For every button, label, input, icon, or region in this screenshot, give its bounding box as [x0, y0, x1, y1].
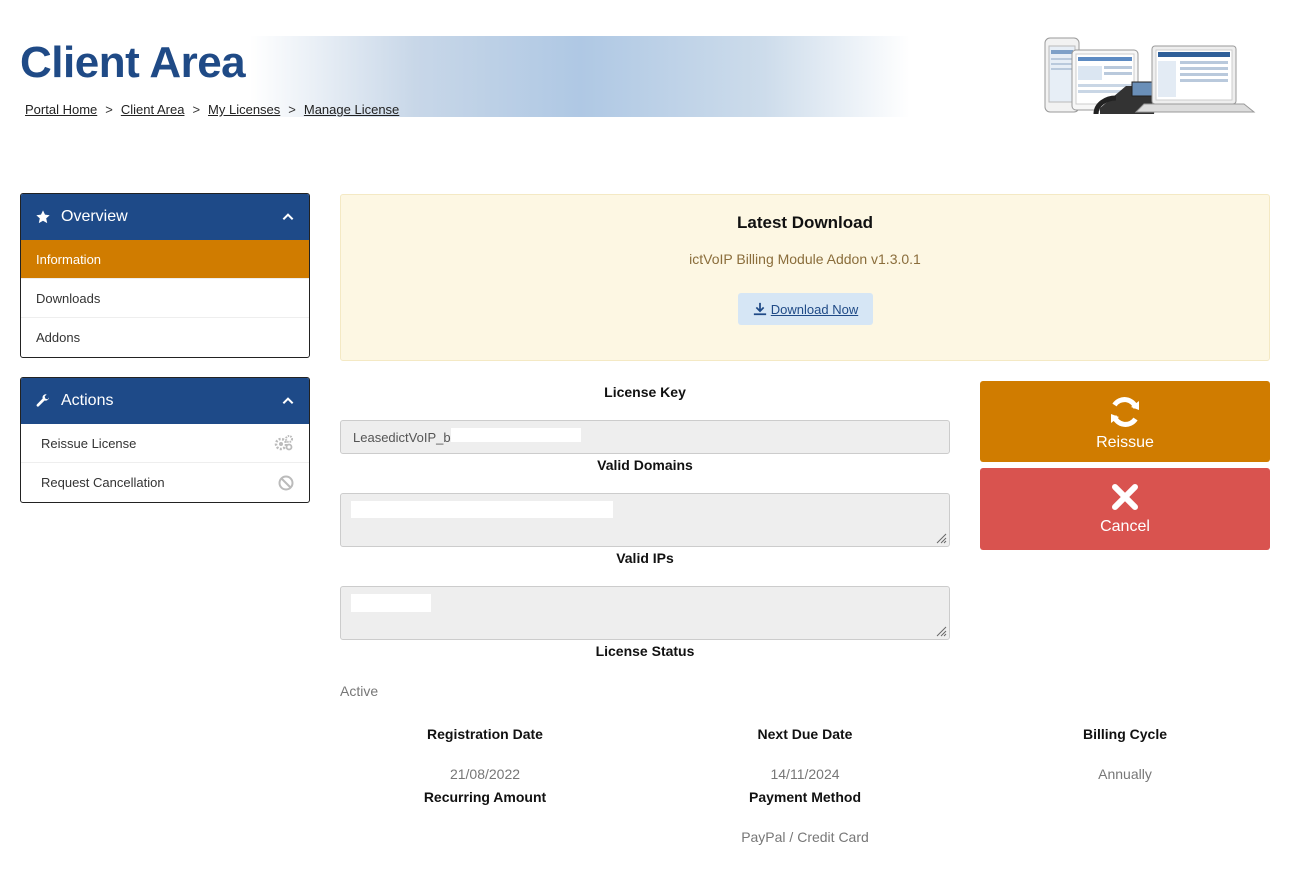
- close-icon: [1112, 484, 1138, 510]
- recurring-amount-label: Recurring Amount: [423, 789, 547, 805]
- breadcrumb-separator: >: [192, 102, 201, 117]
- gears-icon: [274, 435, 293, 451]
- breadcrumb: Portal Home > Client Area > My Licenses …: [25, 102, 399, 117]
- breadcrumb-portal-home[interactable]: Portal Home: [25, 102, 97, 117]
- actions-panel-title: Actions: [61, 392, 114, 409]
- billing-cycle-value: Annually: [1098, 766, 1152, 782]
- latest-download-panel: Latest Download ictVoIP Billing Module A…: [340, 194, 1270, 361]
- next-due-date-value: 14/11/2024: [770, 766, 840, 782]
- latest-download-title: Latest Download: [736, 213, 873, 232]
- chevron-up-icon[interactable]: [281, 210, 295, 224]
- next-due-date-label: Next Due Date: [757, 726, 853, 742]
- chevron-up-icon[interactable]: [281, 394, 295, 408]
- breadcrumb-separator: >: [288, 102, 296, 117]
- actions-panel: Actions Reissue License Request Cancella…: [20, 377, 310, 503]
- overview-panel-title: Overview: [61, 208, 128, 225]
- billing-cycle-label: Billing Cycle: [1082, 726, 1168, 742]
- license-key-value: LeasedictVoIP_b: [353, 430, 451, 445]
- resize-handle-icon[interactable]: [935, 625, 947, 637]
- sidebar-item-label: Addons: [36, 330, 81, 345]
- license-key-label: License Key: [604, 384, 686, 400]
- actions-panel-header[interactable]: Actions: [21, 378, 309, 424]
- redacted-block: [351, 501, 613, 518]
- latest-download-product: ictVoIP Billing Module Addon v1.3.0.1: [689, 251, 921, 267]
- ban-icon: [278, 475, 294, 490]
- sidebar-item-downloads[interactable]: Downloads: [21, 279, 309, 318]
- reissue-button-label: Reissue: [1096, 433, 1154, 451]
- license-key-field[interactable]: LeasedictVoIP_b: [340, 420, 950, 454]
- sidebar-item-label: Information: [36, 251, 102, 267]
- valid-domains-field[interactable]: [340, 493, 950, 547]
- overview-panel: Overview Information Downloads Addons: [20, 193, 310, 358]
- overview-panel-header[interactable]: Overview: [21, 194, 309, 240]
- payment-method-value: PayPal / Credit Card: [741, 829, 869, 845]
- payment-method-label: Payment Method: [748, 789, 861, 805]
- sidebar-item-label: Request Cancellation: [41, 475, 165, 490]
- refresh-icon: [1111, 396, 1139, 427]
- breadcrumb-separator: >: [105, 102, 113, 117]
- page-header: Client Area Portal Home > Client Area > …: [0, 0, 1304, 140]
- download-icon: [753, 302, 766, 316]
- sidebar-item-label: Downloads: [36, 290, 101, 306]
- license-status-label: License Status: [595, 643, 695, 659]
- valid-ips-field[interactable]: [340, 586, 950, 640]
- wrench-icon: [36, 394, 49, 407]
- sidebar-item-information[interactable]: Information: [21, 240, 309, 279]
- valid-domains-label: Valid Domains: [597, 457, 693, 473]
- download-now-button[interactable]: Download Now: [738, 293, 873, 325]
- star-icon: [36, 210, 50, 224]
- page-title: Client Area: [20, 38, 246, 87]
- valid-ips-label: Valid IPs: [616, 550, 674, 566]
- breadcrumb-client-area[interactable]: Client Area: [121, 102, 185, 117]
- download-now-label: Download Now: [770, 301, 859, 317]
- breadcrumb-manage-license[interactable]: Manage License: [304, 102, 399, 117]
- devices-illustration: [1044, 37, 1256, 115]
- sidebar-item-request-cancellation[interactable]: Request Cancellation: [21, 463, 309, 502]
- resize-handle-icon[interactable]: [935, 532, 947, 544]
- reissue-button[interactable]: Reissue: [980, 381, 1270, 462]
- registration-date-label: Registration Date: [427, 726, 543, 742]
- registration-date-value: 21/08/2022: [449, 766, 521, 782]
- sidebar-item-label: Reissue License: [41, 435, 137, 451]
- cancel-button-label: Cancel: [1100, 518, 1150, 535]
- license-status-value: Active: [340, 683, 379, 699]
- redacted-block: [351, 594, 431, 612]
- breadcrumb-my-licenses[interactable]: My Licenses: [208, 102, 280, 117]
- sidebar-item-reissue-license[interactable]: Reissue License: [21, 424, 309, 463]
- redacted-block: [451, 428, 581, 442]
- sidebar-item-addons[interactable]: Addons: [21, 318, 309, 357]
- cancel-button[interactable]: Cancel: [980, 468, 1270, 550]
